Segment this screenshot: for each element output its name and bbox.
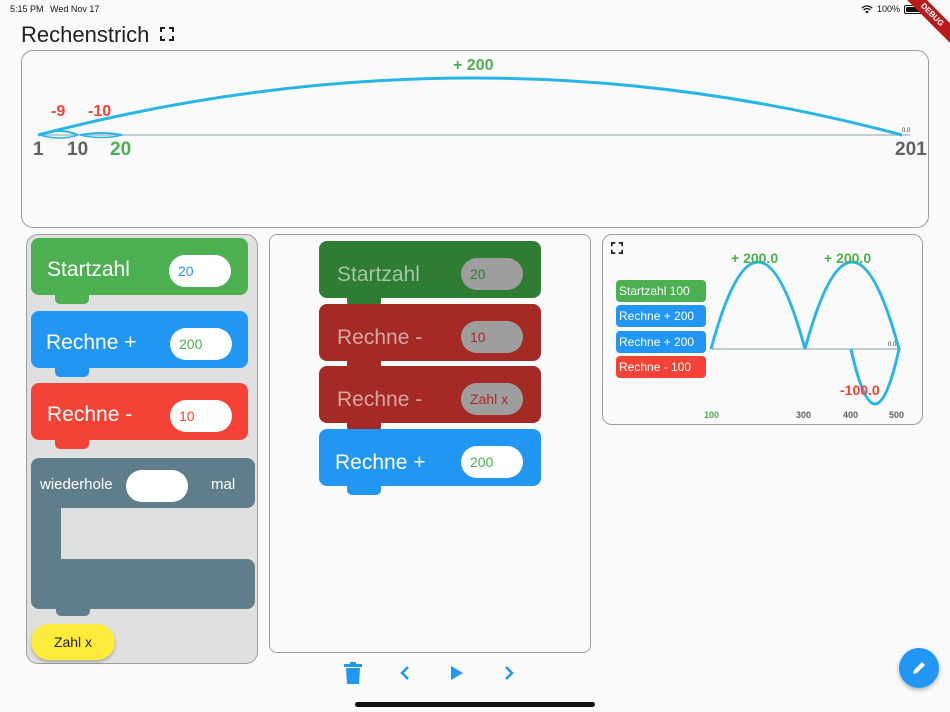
block-label: Rechne - [337, 388, 423, 411]
status-date: Wed Nov 17 [50, 4, 100, 14]
tick-label-1: 1 [33, 139, 44, 160]
palette-startzahl-block[interactable]: Startzahl 20 [31, 238, 248, 304]
arc-label-plus-200: + 200 [453, 57, 494, 74]
status-bar: 5:15 PM Wed Nov 17 100% DEBUG [0, 0, 950, 49]
repeat-label-mal: mal [211, 476, 236, 493]
repeat-count-input[interactable] [126, 470, 188, 502]
program-block-sub-1[interactable]: Rechne - 10 [319, 304, 541, 370]
variable-label: Zahl x [53, 634, 93, 650]
edit-fab-button[interactable] [899, 648, 939, 688]
program-block-startzahl[interactable]: Startzahl 20 [319, 241, 541, 307]
page-title: Rechenstrich [21, 22, 150, 47]
play-icon [451, 666, 463, 680]
startzahl-input[interactable]: 20 [169, 255, 231, 287]
preview-legend-add-2: Rechne + 200 [616, 331, 706, 353]
preview-arc-1 [709, 260, 807, 350]
preview-arc-label-3: -100.0 [840, 382, 880, 398]
chevron-left-icon [400, 666, 409, 680]
tiny-zero-label: 0.0 [902, 128, 911, 134]
program-block-add[interactable]: Rechne + 200 [319, 429, 541, 495]
preview-legend-sub: Rechne - 100 [616, 356, 706, 378]
preview-legend-startzahl: Startzahl 100 [616, 280, 706, 302]
program-sub-2-input[interactable]: Zahl x [461, 383, 523, 415]
program-startzahl-input[interactable]: 20 [461, 258, 523, 290]
add-input[interactable]: 200 [170, 328, 232, 360]
palette-sub-block[interactable]: Rechne - 10 [31, 383, 248, 449]
sub-input[interactable]: 10 [170, 400, 232, 432]
trash-icon [344, 662, 362, 684]
palette-add-block[interactable]: Rechne + 200 [31, 311, 248, 377]
tick-label-20: 20 [110, 139, 132, 160]
block-label: Rechne - [337, 326, 423, 349]
program-block-sub-2[interactable]: Rechne - Zahl x [319, 366, 541, 432]
block-label: Rechne - [47, 403, 133, 426]
arc-label-minus-10: -10 [88, 103, 112, 120]
pencil-icon [913, 662, 925, 674]
block-label: Startzahl [337, 263, 420, 286]
preview-arc-2 [803, 260, 901, 350]
preview-axis-label-100: 100 [704, 410, 720, 420]
block-label: Startzahl [47, 258, 130, 281]
battery-percent: 100% [876, 4, 900, 14]
preview-axis-label-500: 500 [889, 410, 905, 420]
preview-legend-add-1: Rechne + 200 [616, 305, 706, 327]
preview-axis-label-300: 300 [796, 410, 812, 420]
block-label: Rechne + [335, 451, 426, 474]
tick-label-201: 201 [895, 139, 927, 160]
fullscreen-icon[interactable] [160, 27, 174, 41]
repeat-label: wiederhole [40, 476, 113, 493]
program-add-input[interactable]: 200 [461, 446, 523, 478]
preview-arc-label-1: + 200.0 [731, 250, 779, 266]
preview-arc-label-2: + 200.0 [824, 250, 872, 266]
number-line-chart [37, 76, 910, 139]
number-line-panel: -9 -10 + 200 1 10 20 201 0.0 [21, 50, 929, 228]
block-label: Rechne + [46, 331, 137, 354]
trash-button[interactable] [339, 659, 367, 687]
palette-repeat-block[interactable]: wiederhole mal [31, 458, 255, 616]
program-sub-1-input[interactable]: 10 [461, 321, 523, 353]
chevron-right-icon [505, 666, 514, 680]
tick-label-10: 10 [67, 139, 89, 160]
prev-button[interactable] [391, 659, 419, 687]
home-indicator [355, 702, 595, 707]
preview-zero-label: 0.0 [888, 342, 897, 348]
next-button[interactable] [495, 659, 523, 687]
wifi-icon [861, 4, 873, 13]
arc-plus-200 [37, 76, 903, 137]
status-time: 5:15 PM [10, 4, 44, 14]
play-button[interactable] [443, 659, 471, 687]
arc-label-minus-9: -9 [51, 103, 66, 120]
preview-panel: + 200.0 + 200.0 -100.0 0.0 100 300 400 5… [602, 234, 923, 425]
variable-chip[interactable]: Zahl x [31, 624, 115, 660]
preview-axis-label-400: 400 [843, 410, 859, 420]
